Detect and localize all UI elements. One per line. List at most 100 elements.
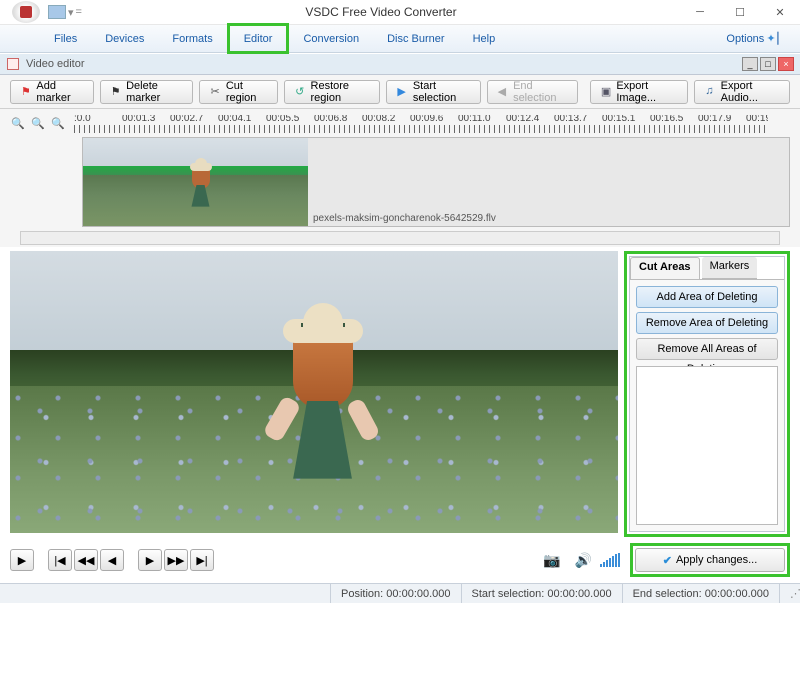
position-value: 00:00:00.000 [386,588,450,600]
export-image-button[interactable]: Export Image... [590,80,688,104]
clip-thumbnail[interactable] [83,138,308,226]
add-marker-label: Add marker [36,80,82,104]
rewind-button[interactable]: ◀◀ [74,549,98,571]
volume-bars[interactable] [600,553,620,567]
side-tabs: Cut Areas Markers [630,257,784,279]
menu-formats[interactable]: Formats [158,25,226,52]
apply-label: Apply changes... [676,554,757,566]
main-row: Cut Areas Markers Add Area of Deleting R… [0,247,800,537]
tab-markers[interactable]: Markers [702,257,758,279]
ruler-label: :0.0 [74,115,122,124]
end-selection-label: End selection [513,80,567,104]
add-area-button[interactable]: Add Area of Deleting [636,286,778,308]
status-bar: Position: 00:00:00.000 Start selection: … [0,583,800,603]
menu-editor[interactable]: Editor [227,23,290,54]
ruler-label: 00:02.7 [170,115,218,124]
apply-changes-button[interactable]: Apply changes... [635,548,785,572]
remove-all-areas-button[interactable]: Remove All Areas of Deleting [636,338,778,360]
side-panel: Cut Areas Markers Add Area of Deleting R… [629,256,785,532]
ruler-ticks [74,125,768,133]
maximize-button[interactable]: ☐ [720,1,760,23]
cut-region-button[interactable]: Cut region [199,80,278,104]
apply-highlight: Apply changes... [630,543,790,577]
end-sel-value: 00:00:00.000 [705,588,769,600]
down-caret-icon: ▏ [778,32,786,45]
status-start-selection: Start selection: 00:00:00.000 [461,584,622,603]
zoom-in-button[interactable]: 🔍 [10,115,26,131]
close-button[interactable]: ✕ [760,1,800,23]
ruler-label: 00:13.7 [554,115,602,124]
export-audio-label: Export Audio... [721,80,779,104]
menu-help[interactable]: Help [459,25,510,52]
sub-maximize-button[interactable]: □ [760,57,776,71]
play-button[interactable]: ▶ [10,549,34,571]
restore-region-button[interactable]: Restore region [284,80,380,104]
scissors-icon [210,85,221,99]
minimize-button[interactable]: ─ [680,1,720,23]
delete-marker-button[interactable]: Delete marker [100,80,194,104]
delete-marker-label: Delete marker [126,80,182,104]
options-gear-icon: ✦ [766,32,775,45]
menu-files[interactable]: Files [40,25,91,52]
end-sel-icon [498,85,509,99]
editor-toolbar: Add marker Delete marker Cut region Rest… [0,75,800,109]
ruler-label: 00:16.5 [650,115,698,124]
menu-conversion[interactable]: Conversion [289,25,373,52]
export-audio-icon [705,85,716,99]
menu-disc-burner[interactable]: Disc Burner [373,25,458,52]
subwindow-title: Video editor [26,58,742,70]
playback-row: ▶ |◀ ◀◀ ◀ ▶ ▶▶ ▶| 📷 🔊 Apply changes... [0,537,800,583]
window-title: VSDC Free Video Converter [82,5,680,19]
forward-button[interactable]: ▶▶ [164,549,188,571]
ruler-label: 00:05.5 [266,115,314,124]
export-image-label: Export Image... [616,80,677,104]
options-label: Options [726,33,764,45]
volume-icon[interactable]: 🔊 [575,552,592,569]
go-start-button[interactable]: |◀ [48,549,72,571]
timeline-scrollbar[interactable] [20,231,780,245]
ruler-label: 00:09.6 [410,115,458,124]
step-fwd-button[interactable]: ▶ [138,549,162,571]
snapshot-icon[interactable]: 📷 [543,552,560,569]
video-preview[interactable] [10,251,618,533]
menu-devices[interactable]: Devices [91,25,158,52]
sub-minimize-button[interactable]: _ [742,57,758,71]
end-selection-button[interactable]: End selection [487,80,578,104]
time-ruler[interactable]: :0.0 00:01.3 00:02.7 00:04.1 00:05.5 00:… [74,115,768,135]
ruler-label: 00:04.1 [218,115,266,124]
step-back-button[interactable]: ◀ [100,549,124,571]
status-end-selection: End selection: 00:00:00.000 [622,584,779,603]
go-end-button[interactable]: ▶| [190,549,214,571]
areas-list[interactable] [636,366,778,525]
remove-area-button[interactable]: Remove Area of Deleting [636,312,778,334]
timeline-area: 🔍 🔍 🔍 :0.0 00:01.3 00:02.7 00:04.1 00:05… [0,109,800,247]
start-sel-label: Start selection: [472,588,545,600]
qat-dropdown-icon[interactable] [48,5,66,19]
menu-options[interactable]: Options ✦ ▏ [712,25,800,52]
start-selection-button[interactable]: Start selection [386,80,480,104]
subwindow-controls: _ □ × [742,57,794,71]
app-icon[interactable] [12,1,40,23]
zoom-controls: 🔍 🔍 🔍 [10,115,66,131]
side-highlight: Cut Areas Markers Add Area of Deleting R… [624,251,790,537]
timeline-track[interactable]: pexels-maksim-goncharenok-5642529.flv [82,137,790,227]
ruler-label: 00:06.8 [314,115,362,124]
cut-region-label: Cut region [226,80,267,104]
side-body: Add Area of Deleting Remove Area of Dele… [630,279,784,531]
window-controls: ─ ☐ ✕ [680,1,800,23]
ruler-label: 00:11.0 [458,115,506,124]
sub-close-button[interactable]: × [778,57,794,71]
zoom-fit-button[interactable]: 🔍 [50,115,66,131]
main-menu: Files Devices Formats Editor Conversion … [0,25,800,53]
status-position: Position: 00:00:00.000 [330,584,461,603]
add-marker-button[interactable]: Add marker [10,80,94,104]
tab-cut-areas[interactable]: Cut Areas [630,257,700,279]
status-resize-grip[interactable]: ⋰ [779,584,800,603]
zoom-out-button[interactable]: 🔍 [30,115,46,131]
restore-region-label: Restore region [311,80,370,104]
export-audio-button[interactable]: Export Audio... [694,80,790,104]
ruler-label: 00:19.3 [746,115,768,124]
clip-filename: pexels-maksim-goncharenok-5642529.flv [313,213,496,224]
end-sel-label: End selection: [633,588,702,600]
restore-icon [295,85,306,99]
